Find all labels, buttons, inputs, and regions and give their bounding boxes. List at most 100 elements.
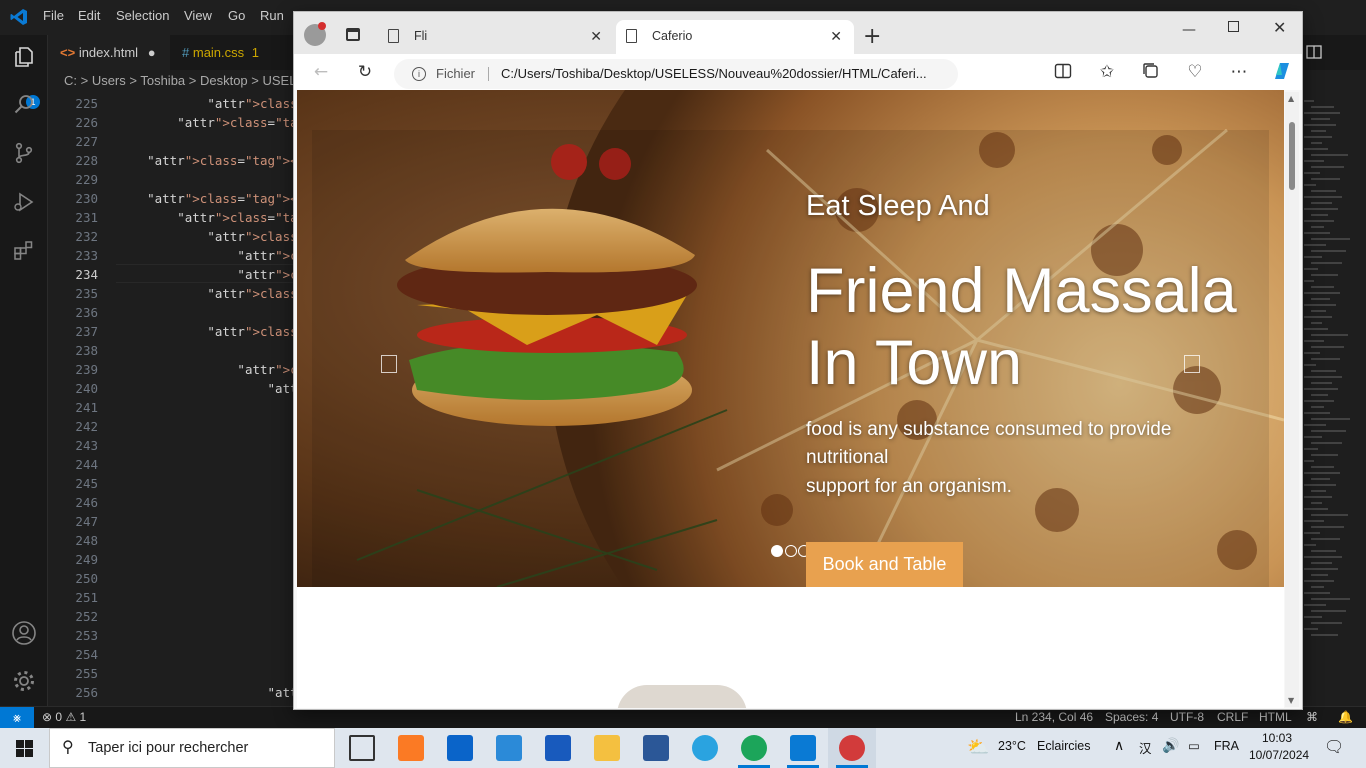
minimap-line xyxy=(1304,304,1336,306)
copilot-icon[interactable]: ⌘ xyxy=(1306,710,1318,724)
line-ending[interactable]: CRLF xyxy=(1217,710,1248,724)
taskbar-search-box[interactable]: ⚲ Taper ici pour rechercher xyxy=(49,728,335,768)
minimap-line xyxy=(1311,346,1344,348)
slider-next-arrow[interactable] xyxy=(1184,355,1200,373)
book-table-button[interactable]: Book and Table xyxy=(806,542,963,587)
line-number: 230 xyxy=(75,191,98,206)
tab-title: Fli xyxy=(414,29,428,43)
clock-date[interactable]: 10/07/2024 xyxy=(1249,748,1309,762)
slider-prev-arrow[interactable] xyxy=(381,355,397,373)
notifications-bell-icon[interactable]: 🔔 xyxy=(1338,710,1353,724)
minimap-line xyxy=(1304,460,1314,462)
store-app-icon[interactable] xyxy=(496,735,522,761)
telegram-app-icon[interactable] xyxy=(692,735,718,761)
edge-app-icon[interactable] xyxy=(741,735,767,761)
minimap-line xyxy=(1304,280,1314,282)
xampp-app-icon[interactable] xyxy=(398,735,424,761)
page-viewport[interactable]: Eat Sleep And Friend Massala In Town foo… xyxy=(297,90,1284,708)
document-icon xyxy=(388,29,399,43)
settings-gear-icon[interactable] xyxy=(10,668,38,696)
new-tab-plus-icon[interactable]: + xyxy=(863,24,881,49)
minimap-line xyxy=(1311,526,1344,528)
word-app-icon[interactable] xyxy=(545,735,571,761)
menu-go[interactable]: Go xyxy=(228,8,245,23)
paint-app-icon[interactable] xyxy=(839,735,865,761)
windows-taskbar: ⚲ Taper ici pour rechercher ⛅ 23°C Eclai… xyxy=(0,728,1366,768)
weather-icon[interactable]: ⛅ xyxy=(967,737,989,758)
menu-selection[interactable]: Selection xyxy=(116,8,169,23)
menu-file[interactable]: File xyxy=(43,8,64,23)
menu-view[interactable]: View xyxy=(184,8,212,23)
minimap-line xyxy=(1304,580,1334,582)
address-bar[interactable]: i Fichier C:/Users/Toshiba/Desktop/USELE… xyxy=(394,59,958,89)
split-screen-icon[interactable] xyxy=(1052,62,1074,85)
close-tab-icon[interactable]: ✕ xyxy=(830,20,842,52)
code-editor[interactable]: 225 "attr">class="tag"></"attr">class="t… xyxy=(48,94,734,706)
back-arrow-icon[interactable]: ← xyxy=(310,62,332,82)
favorites-icon[interactable]: ✩ xyxy=(1096,62,1118,82)
page-scrollbar[interactable]: ▲ ▼ xyxy=(1285,92,1299,707)
info-icon[interactable]: i xyxy=(412,67,426,81)
scroll-down-icon[interactable]: ▼ xyxy=(1288,696,1294,705)
refresh-icon[interactable]: ↻ xyxy=(354,62,376,82)
vscode-app-icon[interactable] xyxy=(790,735,816,761)
remote-indicator-icon[interactable]: ⨳ xyxy=(0,707,34,729)
run-debug-icon[interactable] xyxy=(10,190,38,218)
indentation[interactable]: Spaces: 4 xyxy=(1105,710,1158,724)
problems-indicator[interactable]: ⊗ 0 ⚠ 1 xyxy=(42,710,86,724)
input-method-icon[interactable]: 汉 xyxy=(1139,738,1152,757)
browser-essentials-icon[interactable]: ♡ xyxy=(1184,62,1206,82)
extensions-icon[interactable] xyxy=(10,238,38,266)
close-window-icon[interactable]: ✕ xyxy=(1273,18,1286,37)
line-number: 253 xyxy=(75,628,98,643)
language-mode[interactable]: HTML xyxy=(1259,710,1292,724)
more-menu-icon[interactable]: ⋯ xyxy=(1228,62,1250,82)
minimap-line xyxy=(1304,448,1318,450)
line-number: 239 xyxy=(75,362,98,377)
tab-main-css[interactable]: # main.css 1 xyxy=(170,35,294,70)
source-control-icon[interactable] xyxy=(10,141,38,169)
tab-actions-icon[interactable] xyxy=(346,28,360,41)
close-tab-icon[interactable]: ✕ xyxy=(590,20,602,52)
show-hidden-icons-chevron-icon[interactable]: ∧ xyxy=(1114,737,1124,754)
language-indicator[interactable]: FRA xyxy=(1214,739,1239,753)
minimap-line xyxy=(1311,538,1340,540)
minimap[interactable] xyxy=(1300,92,1352,706)
volume-icon[interactable]: 🔊 xyxy=(1162,737,1179,754)
slider-dot-2[interactable] xyxy=(785,545,797,557)
scroll-up-icon[interactable]: ▲ xyxy=(1288,94,1294,103)
profile-avatar[interactable] xyxy=(304,22,326,46)
windows-start-icon[interactable] xyxy=(16,740,33,761)
scrollbar-thumb[interactable] xyxy=(1289,122,1295,190)
hero-eyebrow: Eat Sleep And xyxy=(806,190,990,222)
minimap-line xyxy=(1311,358,1340,360)
minimap-line xyxy=(1311,190,1336,192)
cursor-position[interactable]: Ln 234, Col 46 xyxy=(1015,710,1093,724)
file-explorer-icon[interactable] xyxy=(594,735,620,761)
accounts-icon[interactable] xyxy=(10,620,38,648)
collections-icon[interactable] xyxy=(1140,62,1162,85)
clock-time[interactable]: 10:03 xyxy=(1262,731,1292,745)
menu-run[interactable]: Run xyxy=(260,8,284,23)
word-doc-app-icon[interactable] xyxy=(643,735,669,761)
encoding[interactable]: UTF-8 xyxy=(1170,710,1204,724)
split-editor-icon[interactable] xyxy=(1306,44,1322,64)
copilot-icon[interactable] xyxy=(1270,59,1292,88)
browser-tab-caferio[interactable]: Caferio ✕ xyxy=(616,20,854,54)
browser-tab-fli[interactable]: Fli ✕ xyxy=(378,20,612,54)
menu-edit[interactable]: Edit xyxy=(78,8,100,23)
slider-dot-1[interactable] xyxy=(771,545,783,557)
mail-app-icon[interactable] xyxy=(447,735,473,761)
task-view-icon[interactable] xyxy=(349,735,375,761)
battery-icon[interactable]: ▭ xyxy=(1188,738,1200,753)
weather-temperature[interactable]: 23°C xyxy=(998,739,1026,753)
search-icon[interactable] xyxy=(10,92,38,120)
minimap-line xyxy=(1304,544,1316,546)
maximize-icon[interactable] xyxy=(1228,21,1239,32)
notifications-icon[interactable]: 🗨 xyxy=(1324,737,1344,757)
explorer-icon[interactable] xyxy=(10,45,38,73)
minimize-icon[interactable]: — xyxy=(1182,22,1196,38)
breadcrumb[interactable]: C: > Users > Toshiba > Desktop > USELE xyxy=(48,70,305,92)
tab-index-html[interactable]: <> index.html ● xyxy=(48,35,170,70)
weather-description[interactable]: Eclaircies xyxy=(1037,739,1091,753)
